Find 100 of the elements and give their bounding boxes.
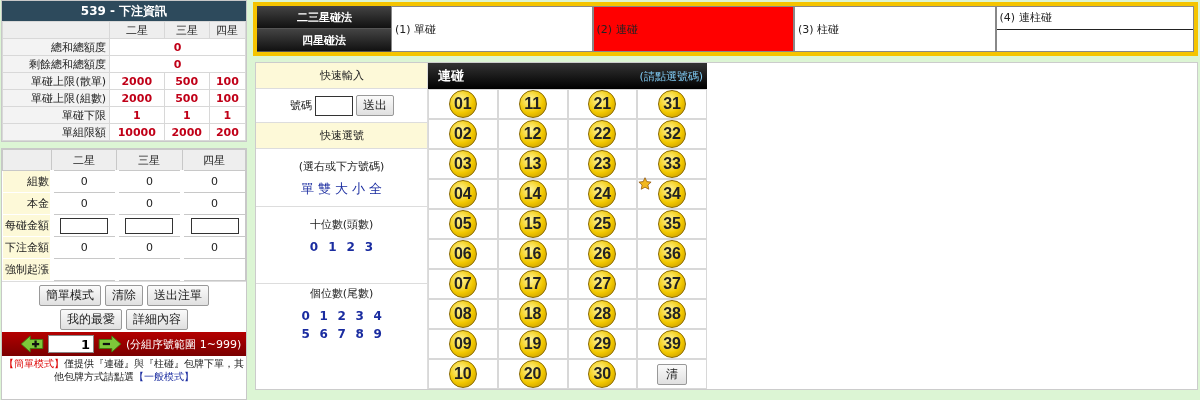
digit-option[interactable]: 7 bbox=[337, 327, 346, 341]
action-button[interactable]: 我的最愛 bbox=[60, 309, 122, 330]
number-ball[interactable]: 20 bbox=[518, 360, 547, 388]
digit-option[interactable]: 4 bbox=[373, 309, 382, 323]
play-option[interactable]: (1) 單碰 bbox=[391, 6, 593, 52]
number-ball[interactable]: 04 bbox=[448, 180, 477, 208]
number-ball[interactable]: 09 bbox=[448, 330, 477, 358]
table-cell: 0 bbox=[182, 170, 246, 193]
column-header: 三星 bbox=[164, 21, 210, 39]
group-number-field[interactable]: 1 bbox=[48, 335, 94, 353]
digit-option[interactable]: 3 bbox=[364, 240, 374, 254]
number-ball[interactable]: 07 bbox=[448, 270, 477, 298]
digit-option[interactable]: 1 bbox=[328, 240, 337, 254]
quick-option[interactable]: 全 bbox=[369, 180, 382, 198]
number-ball[interactable]: 23 bbox=[588, 150, 617, 178]
number-ball[interactable]: 31 bbox=[658, 90, 687, 118]
digit-option[interactable]: 8 bbox=[355, 327, 364, 341]
action-button[interactable]: 送出注單 bbox=[147, 285, 209, 306]
section-title: 十位數(頭數) bbox=[309, 217, 374, 232]
field-label: 號碼 bbox=[289, 98, 312, 113]
minus-arrow-icon[interactable] bbox=[98, 335, 122, 353]
amount-field[interactable] bbox=[190, 217, 239, 234]
section-header: 快速輸入 bbox=[256, 63, 427, 89]
number-ball[interactable]: 01 bbox=[448, 90, 477, 118]
table-cell: 2000 bbox=[109, 89, 165, 107]
number-ball[interactable]: 13 bbox=[518, 150, 547, 178]
number-ball[interactable]: 11 bbox=[518, 90, 547, 118]
grid-title: 連碰 bbox=[438, 67, 464, 85]
number-ball[interactable]: 02 bbox=[448, 120, 477, 148]
digit-option[interactable]: 0 bbox=[309, 240, 319, 254]
digit-option[interactable]: 1 bbox=[319, 309, 328, 323]
digit-option[interactable]: 6 bbox=[319, 327, 328, 341]
section-header: 快速選號 bbox=[256, 123, 427, 149]
action-button[interactable]: 簡單模式 bbox=[39, 285, 101, 306]
number-ball[interactable]: 34 bbox=[658, 180, 687, 208]
number-ball[interactable]: 15 bbox=[518, 210, 547, 238]
number-ball[interactable]: 39 bbox=[658, 330, 687, 358]
number-ball[interactable]: 03 bbox=[448, 150, 477, 178]
number-ball[interactable]: 36 bbox=[658, 240, 687, 268]
digit-option[interactable]: 2 bbox=[346, 240, 355, 254]
table-cell: 0 bbox=[182, 236, 246, 259]
column-header: 三星 bbox=[116, 149, 183, 171]
action-button[interactable]: 清除 bbox=[105, 285, 143, 306]
number-ball[interactable]: 38 bbox=[658, 300, 687, 328]
action-button[interactable]: 詳細內容 bbox=[126, 309, 188, 330]
number-ball[interactable]: 18 bbox=[518, 300, 547, 328]
number-ball[interactable]: 21 bbox=[588, 90, 617, 118]
quick-option[interactable]: 大 bbox=[335, 180, 348, 198]
column-header: 四星 bbox=[209, 21, 246, 39]
digit-option[interactable]: 2 bbox=[337, 309, 346, 323]
range-text: (分組序號範圍 1~999) bbox=[126, 336, 242, 352]
clear-button[interactable]: 清 bbox=[657, 363, 688, 385]
hint-text: (選右或下方號碼) bbox=[298, 159, 385, 174]
number-ball[interactable]: 30 bbox=[588, 360, 617, 388]
amount-field[interactable] bbox=[60, 217, 109, 234]
quick-option[interactable]: 單 bbox=[301, 180, 314, 198]
number-ball[interactable]: 26 bbox=[588, 240, 617, 268]
number-ball[interactable]: 27 bbox=[588, 270, 617, 298]
number-ball[interactable]: 08 bbox=[448, 300, 477, 328]
number-ball[interactable]: 24 bbox=[588, 180, 617, 208]
number-ball[interactable]: 10 bbox=[448, 360, 477, 388]
amount-field[interactable] bbox=[125, 217, 174, 234]
quick-option[interactable]: 小 bbox=[352, 180, 365, 198]
number-ball[interactable]: 05 bbox=[448, 210, 477, 238]
number-ball[interactable]: 22 bbox=[588, 120, 617, 148]
table-cell: 1 bbox=[109, 106, 165, 124]
method-tab[interactable]: 四星碰法 bbox=[257, 29, 391, 52]
column-header: 二星 bbox=[51, 149, 117, 171]
column-header: 二星 bbox=[109, 21, 165, 39]
number-field[interactable] bbox=[314, 95, 353, 116]
number-ball[interactable]: 33 bbox=[658, 150, 687, 178]
number-ball[interactable]: 28 bbox=[588, 300, 617, 328]
section-title: 個位數(尾數) bbox=[309, 286, 374, 301]
method-tab[interactable]: 二三星碰法 bbox=[257, 6, 391, 29]
table-cell: 0 bbox=[182, 192, 246, 215]
number-ball[interactable]: 37 bbox=[658, 270, 687, 298]
number-ball[interactable]: 14 bbox=[518, 180, 547, 208]
number-ball[interactable]: 29 bbox=[588, 330, 617, 358]
number-ball[interactable]: 16 bbox=[518, 240, 547, 268]
digit-option[interactable]: 5 bbox=[301, 327, 310, 341]
digit-option[interactable]: 0 bbox=[301, 309, 310, 323]
number-ball[interactable]: 35 bbox=[658, 210, 687, 238]
table-cell: 2000 bbox=[164, 123, 210, 141]
plus-arrow-icon[interactable] bbox=[20, 335, 44, 353]
number-ball[interactable]: 19 bbox=[518, 330, 547, 358]
number-ball[interactable]: 06 bbox=[448, 240, 477, 268]
number-ball[interactable]: 32 bbox=[658, 120, 687, 148]
table-cell: 2000 bbox=[109, 72, 165, 90]
table-cell: 0 bbox=[109, 55, 246, 73]
submit-button[interactable]: 送出 bbox=[355, 95, 394, 116]
table-cell: 100 bbox=[209, 89, 246, 107]
number-ball[interactable]: 25 bbox=[588, 210, 617, 238]
play-option[interactable]: (2) 連碰 bbox=[592, 6, 794, 52]
digit-option[interactable]: 3 bbox=[355, 309, 364, 323]
play-option[interactable]: (3) 柱碰 bbox=[794, 6, 996, 52]
number-ball[interactable]: 12 bbox=[518, 120, 547, 148]
quick-option[interactable]: 雙 bbox=[318, 180, 331, 198]
number-ball[interactable]: 17 bbox=[518, 270, 547, 298]
table-cell: 10000 bbox=[109, 123, 165, 141]
digit-option[interactable]: 9 bbox=[373, 327, 382, 341]
